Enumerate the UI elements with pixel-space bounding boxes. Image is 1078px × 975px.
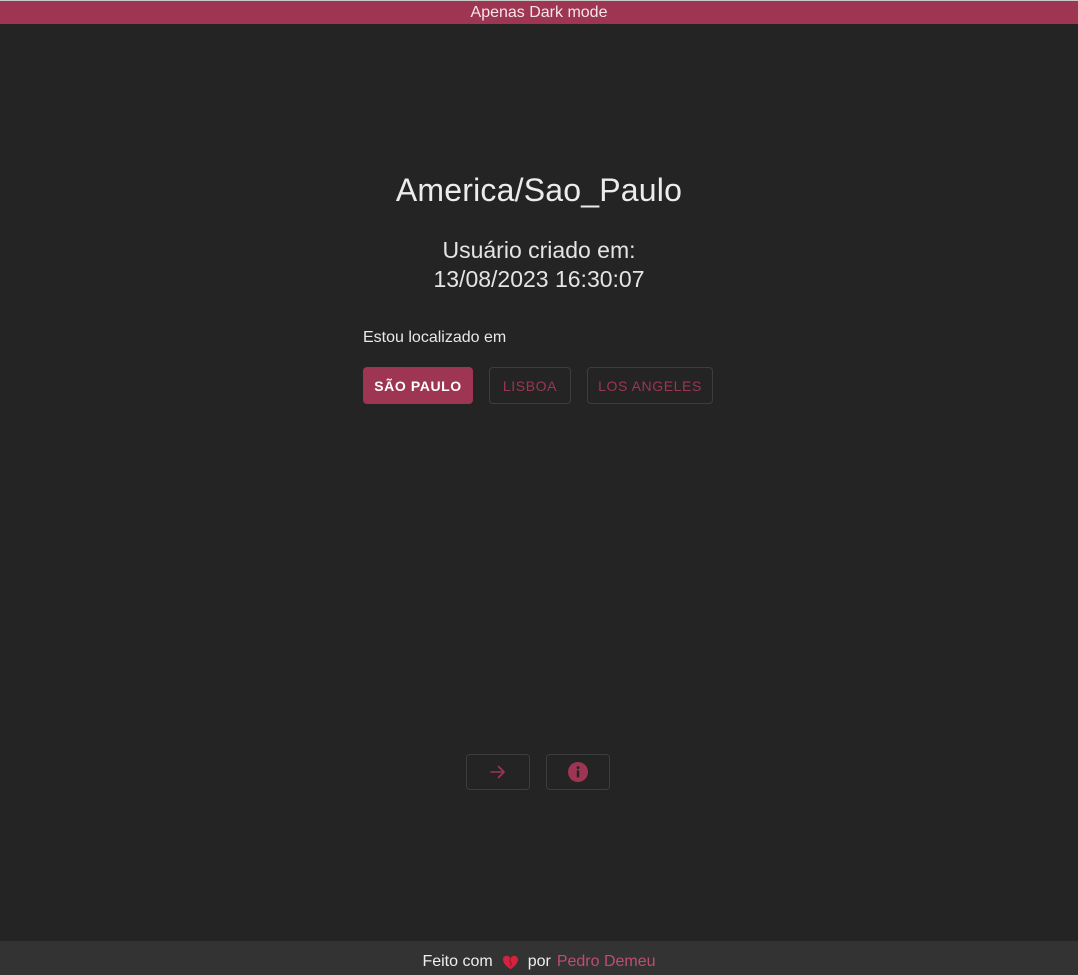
- footer: Feito com por Pedro Demeu: [0, 941, 1078, 975]
- timezone-title: America/Sao_Paulo: [395, 172, 683, 208]
- heart-icon: [502, 955, 519, 970]
- dark-mode-banner: Apenas Dark mode: [0, 0, 1078, 24]
- user-created-block: Usuário criado em: 13/08/2023 16:30:07: [0, 236, 1078, 294]
- info-button[interactable]: [546, 754, 610, 790]
- city-button-lisboa[interactable]: Lisboa: [489, 367, 571, 404]
- created-datetime: 13/08/2023 16:30:07: [433, 266, 645, 292]
- next-button[interactable]: [466, 754, 530, 790]
- arrow-right-icon: [490, 765, 505, 779]
- author-link[interactable]: Pedro Demeu: [557, 953, 656, 971]
- footer-prefix: Feito com: [422, 953, 493, 970]
- city-button-los-angeles[interactable]: Los Angeles: [587, 367, 713, 404]
- banner-text: Apenas Dark mode: [470, 4, 608, 21]
- info-icon: [568, 762, 588, 782]
- created-label: Usuário criado em:: [442, 237, 636, 263]
- footer-middle: por: [527, 953, 551, 970]
- city-button-sao-paulo[interactable]: São Paulo: [363, 367, 473, 404]
- location-label: Estou localizado em: [363, 329, 507, 346]
